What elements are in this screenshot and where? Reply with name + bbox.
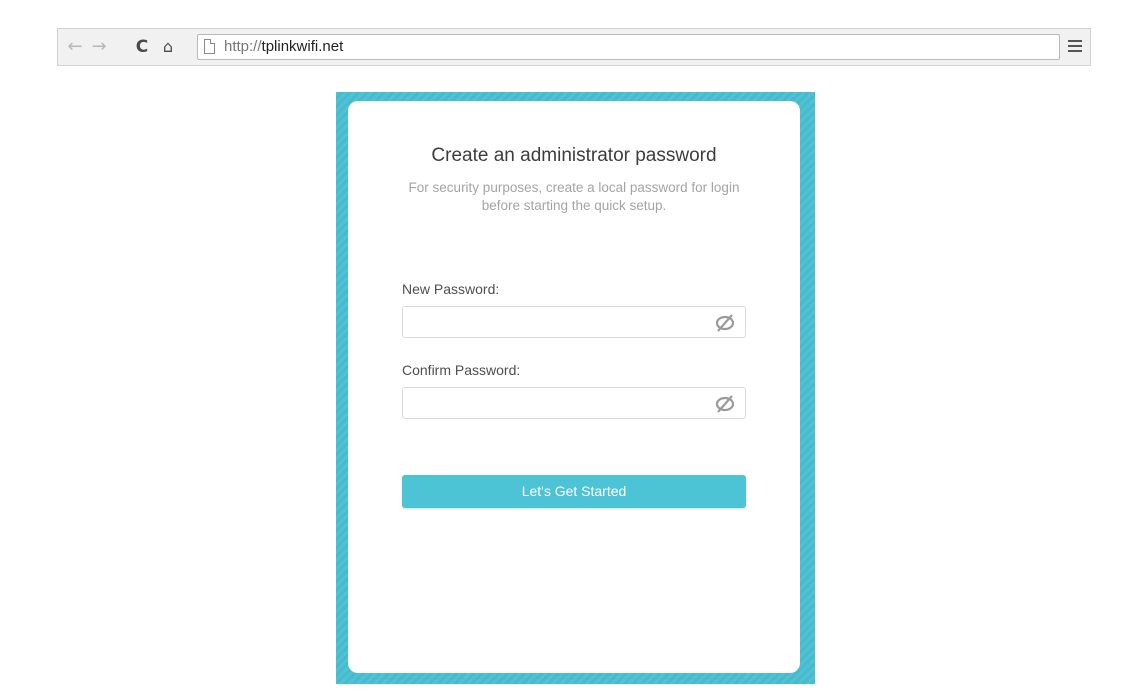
lets-get-started-button[interactable]: Let's Get Started xyxy=(402,475,746,508)
new-password-input[interactable] xyxy=(411,312,705,334)
url-scheme: http:// xyxy=(224,38,262,55)
home-icon[interactable]: ⌂ xyxy=(157,34,179,60)
hamburger-menu-icon[interactable] xyxy=(1068,40,1082,52)
eye-slash-icon[interactable] xyxy=(713,394,737,414)
new-password-label: New Password: xyxy=(402,281,500,297)
url-host: tplinkwifi.net xyxy=(261,38,344,55)
page-title: Create an administrator password xyxy=(431,145,717,166)
confirm-password-field[interactable] xyxy=(402,387,746,419)
eye-slash-icon[interactable] xyxy=(713,313,737,333)
page-subtitle: For security purposes, create a local pa… xyxy=(408,180,740,213)
back-arrow-icon[interactable]: ← xyxy=(64,34,86,60)
browser-toolbar: ← → C ⌂ http://tplinkwifi.net xyxy=(57,28,1091,66)
forward-arrow-icon[interactable]: → xyxy=(88,34,110,60)
address-bar[interactable]: http://tplinkwifi.net xyxy=(197,34,1060,60)
url-text[interactable]: http://tplinkwifi.net xyxy=(224,38,343,56)
password-card: Create an administrator password For sec… xyxy=(348,101,800,673)
page-icon xyxy=(204,39,215,54)
page: ← → C ⌂ http://tplinkwifi.net Create an … xyxy=(0,0,1148,700)
setup-frame: Create an administrator password For sec… xyxy=(336,92,815,684)
confirm-password-input[interactable] xyxy=(411,393,705,415)
reload-icon[interactable]: C xyxy=(131,34,153,60)
confirm-password-label: Confirm Password: xyxy=(402,362,521,378)
new-password-field[interactable] xyxy=(402,306,746,338)
